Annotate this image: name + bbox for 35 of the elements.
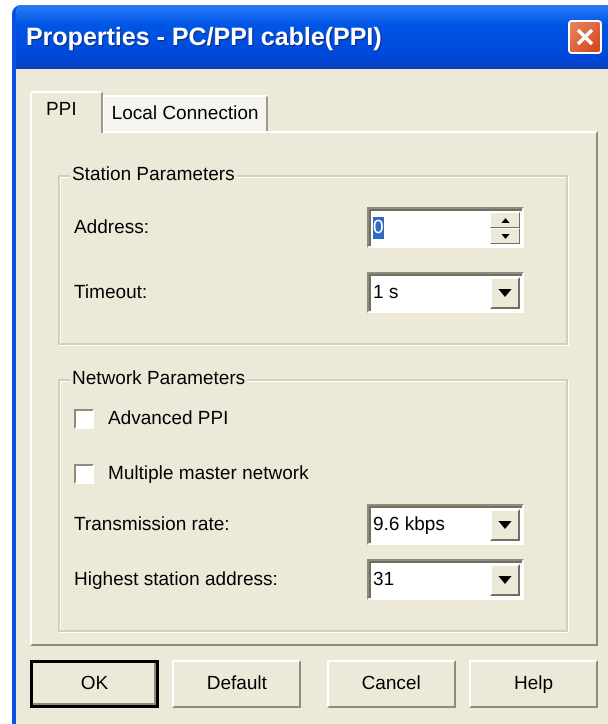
dropdown[interactable]: 9.6 kbps: [367, 504, 524, 545]
field-label: Timeout:: [74, 282, 148, 304]
checkbox-label: Advanced PPI: [108, 408, 228, 430]
close-icon: [575, 27, 595, 47]
dropdown-button[interactable]: [490, 277, 520, 309]
field-value: 0: [373, 216, 384, 238]
dialog-button[interactable]: Default: [172, 660, 302, 708]
dropdown-value: 31: [373, 568, 394, 590]
dropdown-button[interactable]: [490, 564, 520, 596]
checkbox[interactable]: [74, 464, 94, 484]
spin-down-button[interactable]: [490, 228, 520, 244]
checkbox[interactable]: [74, 409, 94, 429]
field-label: Address:: [74, 216, 150, 238]
dialog-button[interactable]: OK: [30, 660, 159, 708]
tab[interactable]: PPI: [30, 91, 103, 133]
dialog-button[interactable]: Help: [468, 660, 598, 708]
close-button[interactable]: [568, 20, 602, 54]
window-title: Properties - PC/PPI cable(PPI): [26, 22, 383, 52]
spin-up-button[interactable]: [490, 212, 520, 228]
dialog-button[interactable]: Cancel: [326, 660, 456, 708]
tab[interactable]: Local Connection: [102, 95, 268, 131]
dropdown-value: 9.6 kbps: [373, 514, 445, 536]
dropdown[interactable]: 1 s: [367, 272, 524, 313]
down-arrow-icon: [498, 289, 512, 297]
field-label: Transmission rate:: [74, 514, 231, 536]
up-arrow-icon: [500, 218, 510, 222]
field-label: Highest station address:: [74, 568, 279, 590]
down-arrow-icon: [498, 521, 512, 529]
spin-field[interactable]: 0: [367, 207, 524, 248]
down-arrow-icon: [500, 234, 510, 238]
dropdown-button[interactable]: [490, 509, 520, 541]
checkbox-label: Multiple master network: [108, 463, 309, 485]
down-arrow-icon: [498, 576, 512, 584]
dropdown-value: 1 s: [373, 282, 398, 304]
dropdown[interactable]: 31: [367, 559, 524, 600]
